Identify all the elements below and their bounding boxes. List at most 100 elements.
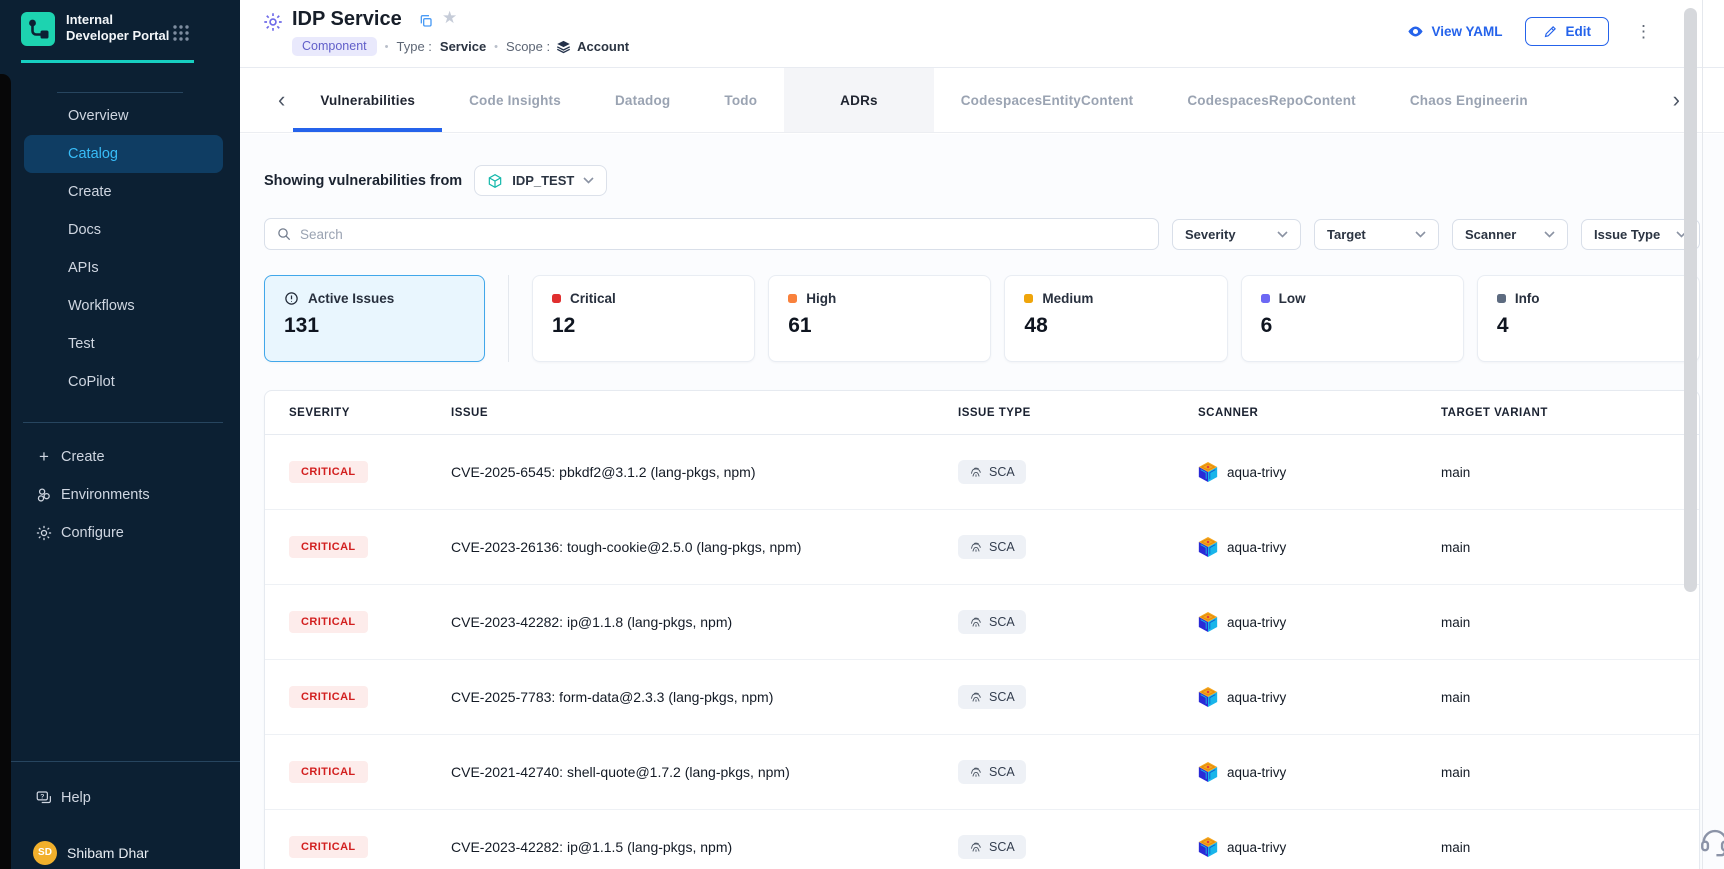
critical-dot-icon [552, 294, 561, 303]
app-window: Internal Developer Portal Overview Catal… [0, 0, 1724, 869]
filter-row: Severity Target Scanner Issue Type [264, 218, 1700, 250]
sidebar-action-configure[interactable]: Configure [0, 514, 240, 552]
issue-type-label: SCA [989, 840, 1015, 854]
scanner-filter[interactable]: Scanner [1452, 219, 1568, 250]
scanner-name: aqua-trivy [1227, 615, 1286, 630]
fingerprint-icon [969, 765, 983, 779]
medium-dot-icon [1024, 294, 1033, 303]
tabs-scroll-left-icon[interactable]: ‹ [270, 89, 293, 111]
alert-circle-icon [284, 291, 299, 306]
scanner-cell: aqua-trivy [1198, 686, 1441, 708]
search-icon [276, 226, 292, 242]
target-variant-cell: main [1441, 615, 1699, 630]
project-select[interactable]: IDP_TEST [474, 165, 607, 196]
sidebar-item-apis[interactable]: APIs [0, 249, 240, 287]
sidebar-actions: + Create Environments Configu [0, 438, 240, 552]
issue-cell: CVE-2023-42282: ip@1.1.5 (lang-pkgs, npm… [451, 839, 958, 855]
search-input[interactable] [300, 227, 1147, 242]
more-options-icon[interactable]: ⋮ [1631, 22, 1656, 42]
sidebar-action-create[interactable]: + Create [0, 438, 240, 476]
scanner-cell: aqua-trivy [1198, 836, 1441, 858]
tab-datadog[interactable]: Datadog [588, 68, 697, 132]
tab-todo[interactable]: Todo [697, 68, 784, 132]
table-row[interactable]: CRITICAL CVE-2023-42282: ip@1.1.5 (lang-… [265, 810, 1699, 869]
sidebar-item-docs[interactable]: Docs [0, 211, 240, 249]
fingerprint-icon [969, 540, 983, 554]
tab-chaos-engineering[interactable]: Chaos Engineerin [1383, 68, 1555, 132]
low-card[interactable]: Low 6 [1241, 275, 1464, 362]
table-row[interactable]: CRITICAL CVE-2021-42740: shell-quote@1.7… [265, 735, 1699, 810]
table-row[interactable]: CRITICAL CVE-2023-42282: ip@1.1.8 (lang-… [265, 585, 1699, 660]
table-row[interactable]: CRITICAL CVE-2025-6545: pbkdf2@3.1.2 (la… [265, 435, 1699, 510]
severity-filter[interactable]: Severity [1172, 219, 1301, 250]
vertical-scrollbar[interactable] [1684, 8, 1697, 592]
severity-badge: CRITICAL [289, 536, 368, 558]
severity-badge: CRITICAL [289, 761, 368, 783]
medium-count: 48 [1024, 314, 1207, 338]
sidebar-item-create[interactable]: Create [0, 173, 240, 211]
help-chat-icon: ? [35, 789, 53, 807]
sidebar-item-workflows[interactable]: Workflows [0, 287, 240, 325]
active-issues-card[interactable]: Active Issues 131 [264, 275, 485, 362]
tab-code-insights[interactable]: Code Insights [442, 68, 588, 132]
copy-icon[interactable] [418, 13, 434, 29]
sidebar-action-label: Create [61, 449, 105, 465]
medium-card[interactable]: Medium 48 [1004, 275, 1227, 362]
target-variant-cell: main [1441, 690, 1699, 705]
info-card[interactable]: Info 4 [1477, 275, 1700, 362]
pencil-icon [1543, 24, 1558, 39]
tab-codespaces-entity-content[interactable]: CodespacesEntityContent [934, 68, 1161, 132]
user-name: Shibam Dhar [67, 845, 149, 861]
help-button[interactable]: ? Help [0, 779, 240, 817]
low-label: Low [1279, 291, 1306, 306]
type-label: Type : [396, 39, 431, 54]
sidebar-action-label: Environments [61, 487, 150, 503]
sidebar-item-overview[interactable]: Overview [0, 97, 240, 135]
sidebar-item-copilot[interactable]: CoPilot [0, 363, 240, 401]
search-box [264, 218, 1159, 250]
trivy-logo-icon [1198, 686, 1218, 708]
high-count: 61 [788, 314, 971, 338]
edit-button[interactable]: Edit [1525, 17, 1610, 46]
low-count: 6 [1261, 314, 1444, 338]
issue-type-filter[interactable]: Issue Type [1581, 219, 1700, 250]
sidebar-item-test[interactable]: Test [0, 325, 240, 363]
portal-logo[interactable]: Internal Developer Portal [21, 12, 178, 46]
critical-card[interactable]: Critical 12 [532, 275, 755, 362]
severity-badge: CRITICAL [289, 836, 368, 858]
app-switcher-icon[interactable] [172, 24, 190, 42]
severity-badge: CRITICAL [289, 686, 368, 708]
entity-meta: Component • Type : Service • Scope : Acc… [292, 37, 629, 56]
sidebar-help-group: ? Help [0, 779, 240, 817]
page-title: IDP Service [292, 8, 402, 31]
table-row[interactable]: CRITICAL CVE-2025-7783: form-data@2.3.3 … [265, 660, 1699, 735]
high-card[interactable]: High 61 [768, 275, 991, 362]
tab-codespaces-repo-content[interactable]: CodespacesRepoContent [1160, 68, 1382, 132]
edit-label: Edit [1566, 24, 1592, 39]
tab-adrs[interactable]: ADRs [784, 68, 934, 132]
table-row[interactable]: CRITICAL CVE-2023-26136: tough-cookie@2.… [265, 510, 1699, 585]
target-variant-cell: main [1441, 465, 1699, 480]
sidebar-item-catalog[interactable]: Catalog [24, 135, 223, 173]
active-issues-count: 131 [284, 314, 465, 338]
issue-type-pill: SCA [958, 835, 1026, 859]
favorite-star-icon[interactable]: ★ [442, 8, 457, 28]
tab-vulnerabilities[interactable]: Vulnerabilities [293, 68, 442, 132]
trivy-logo-icon [1198, 611, 1218, 633]
chevron-down-icon [1415, 231, 1426, 238]
target-filter[interactable]: Target [1314, 219, 1439, 250]
view-yaml-button[interactable]: View YAML [1407, 23, 1502, 40]
scanner-name: aqua-trivy [1227, 840, 1286, 855]
col-issue: ISSUE [451, 407, 958, 419]
view-yaml-label: View YAML [1431, 24, 1502, 39]
trivy-logo-icon [1198, 536, 1218, 558]
user-menu[interactable]: SD Shibam Dhar [0, 836, 240, 869]
chevron-down-icon [583, 177, 594, 184]
medium-label: Medium [1042, 291, 1093, 306]
severity-cards: Critical 12 High 61 Medium 48 Low 6 [532, 275, 1700, 362]
showing-label: Showing vulnerabilities from [264, 173, 462, 189]
issue-cell: CVE-2025-7783: form-data@2.3.3 (lang-pkg… [451, 689, 958, 705]
sidebar-action-environments[interactable]: Environments [0, 476, 240, 514]
headset-help-icon[interactable] [1698, 824, 1724, 858]
critical-count: 12 [552, 314, 735, 338]
